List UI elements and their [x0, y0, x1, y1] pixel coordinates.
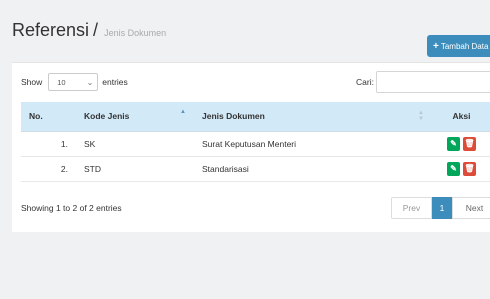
entries-length-value: 10 [57, 77, 66, 87]
edit-button[interactable]: ✎ [447, 136, 460, 151]
entries-length-select[interactable]: 10 ⌄ [48, 73, 99, 91]
prev-page-button[interactable]: Prev [391, 197, 432, 219]
column-header-kode-jenis[interactable]: Kode Jenis ▲ [76, 102, 194, 132]
cell-aksi: ✎ 🗑 [432, 156, 490, 182]
show-label: Show [21, 77, 43, 87]
sort-both-icon: ▲ ▼ [418, 110, 424, 122]
cell-no: 1. [21, 131, 76, 157]
cell-aksi: ✎ 🗑 [432, 131, 490, 157]
page-subtitle: Jenis Dokumen [104, 28, 167, 38]
column-header-aksi: Aksi [432, 102, 490, 132]
cell-jenis: Surat Keputusan Menteri [194, 131, 432, 157]
next-page-button[interactable]: Next [452, 197, 490, 219]
pencil-icon: ✎ [450, 164, 457, 173]
add-data-label: Tambah Data [440, 41, 489, 51]
trash-icon: 🗑 [464, 164, 475, 173]
chevron-down-icon: ⌄ [86, 77, 94, 87]
edit-button[interactable]: ✎ [447, 161, 460, 176]
jenis-dokumen-table: No. Kode Jenis ▲ Jenis Dokumen ▲ ▼ Aksi 1. … [21, 102, 490, 182]
pencil-icon: ✎ [450, 139, 457, 148]
delete-button[interactable]: 🗑 [463, 161, 476, 176]
table-header-row: No. Kode Jenis ▲ Jenis Dokumen ▲ ▼ Aksi [21, 102, 490, 132]
length-control: Show 10 ⌄ entries [21, 73, 128, 91]
sort-ascending-icon: ▲ [180, 109, 186, 115]
column-header-jenis-dokumen[interactable]: Jenis Dokumen ▲ ▼ [194, 102, 432, 132]
table-row: 2. STD Standarisasi ✎ 🗑 [21, 156, 490, 182]
cell-kode: STD [76, 156, 194, 182]
data-table-card: Show 10 ⌄ entries Cari: No. Kode Jenis ▲ … [12, 62, 490, 232]
page-header: Referensi / Jenis Dokumen [12, 20, 166, 41]
table-info: Showing 1 to 2 of 2 entries [21, 203, 122, 213]
cell-kode: SK [76, 131, 194, 157]
search-label: Cari: [356, 77, 374, 87]
plus-icon: + [433, 40, 439, 52]
column-header-no[interactable]: No. [21, 102, 76, 132]
title-separator: / [93, 20, 99, 40]
cell-no: 2. [21, 156, 76, 182]
add-data-button[interactable]: + Tambah Data [427, 35, 490, 57]
delete-button[interactable]: 🗑 [463, 136, 476, 151]
page-1-button[interactable]: 1 [432, 197, 452, 219]
trash-icon: 🗑 [464, 139, 475, 148]
table-row: 1. SK Surat Keputusan Menteri ✎ 🗑 [21, 131, 490, 157]
pagination: Prev 1 Next [391, 197, 490, 219]
cell-jenis: Standarisasi [194, 156, 432, 182]
entries-label: entries [102, 77, 128, 87]
search-input[interactable] [376, 71, 490, 93]
page-title: Referensi [12, 20, 90, 40]
